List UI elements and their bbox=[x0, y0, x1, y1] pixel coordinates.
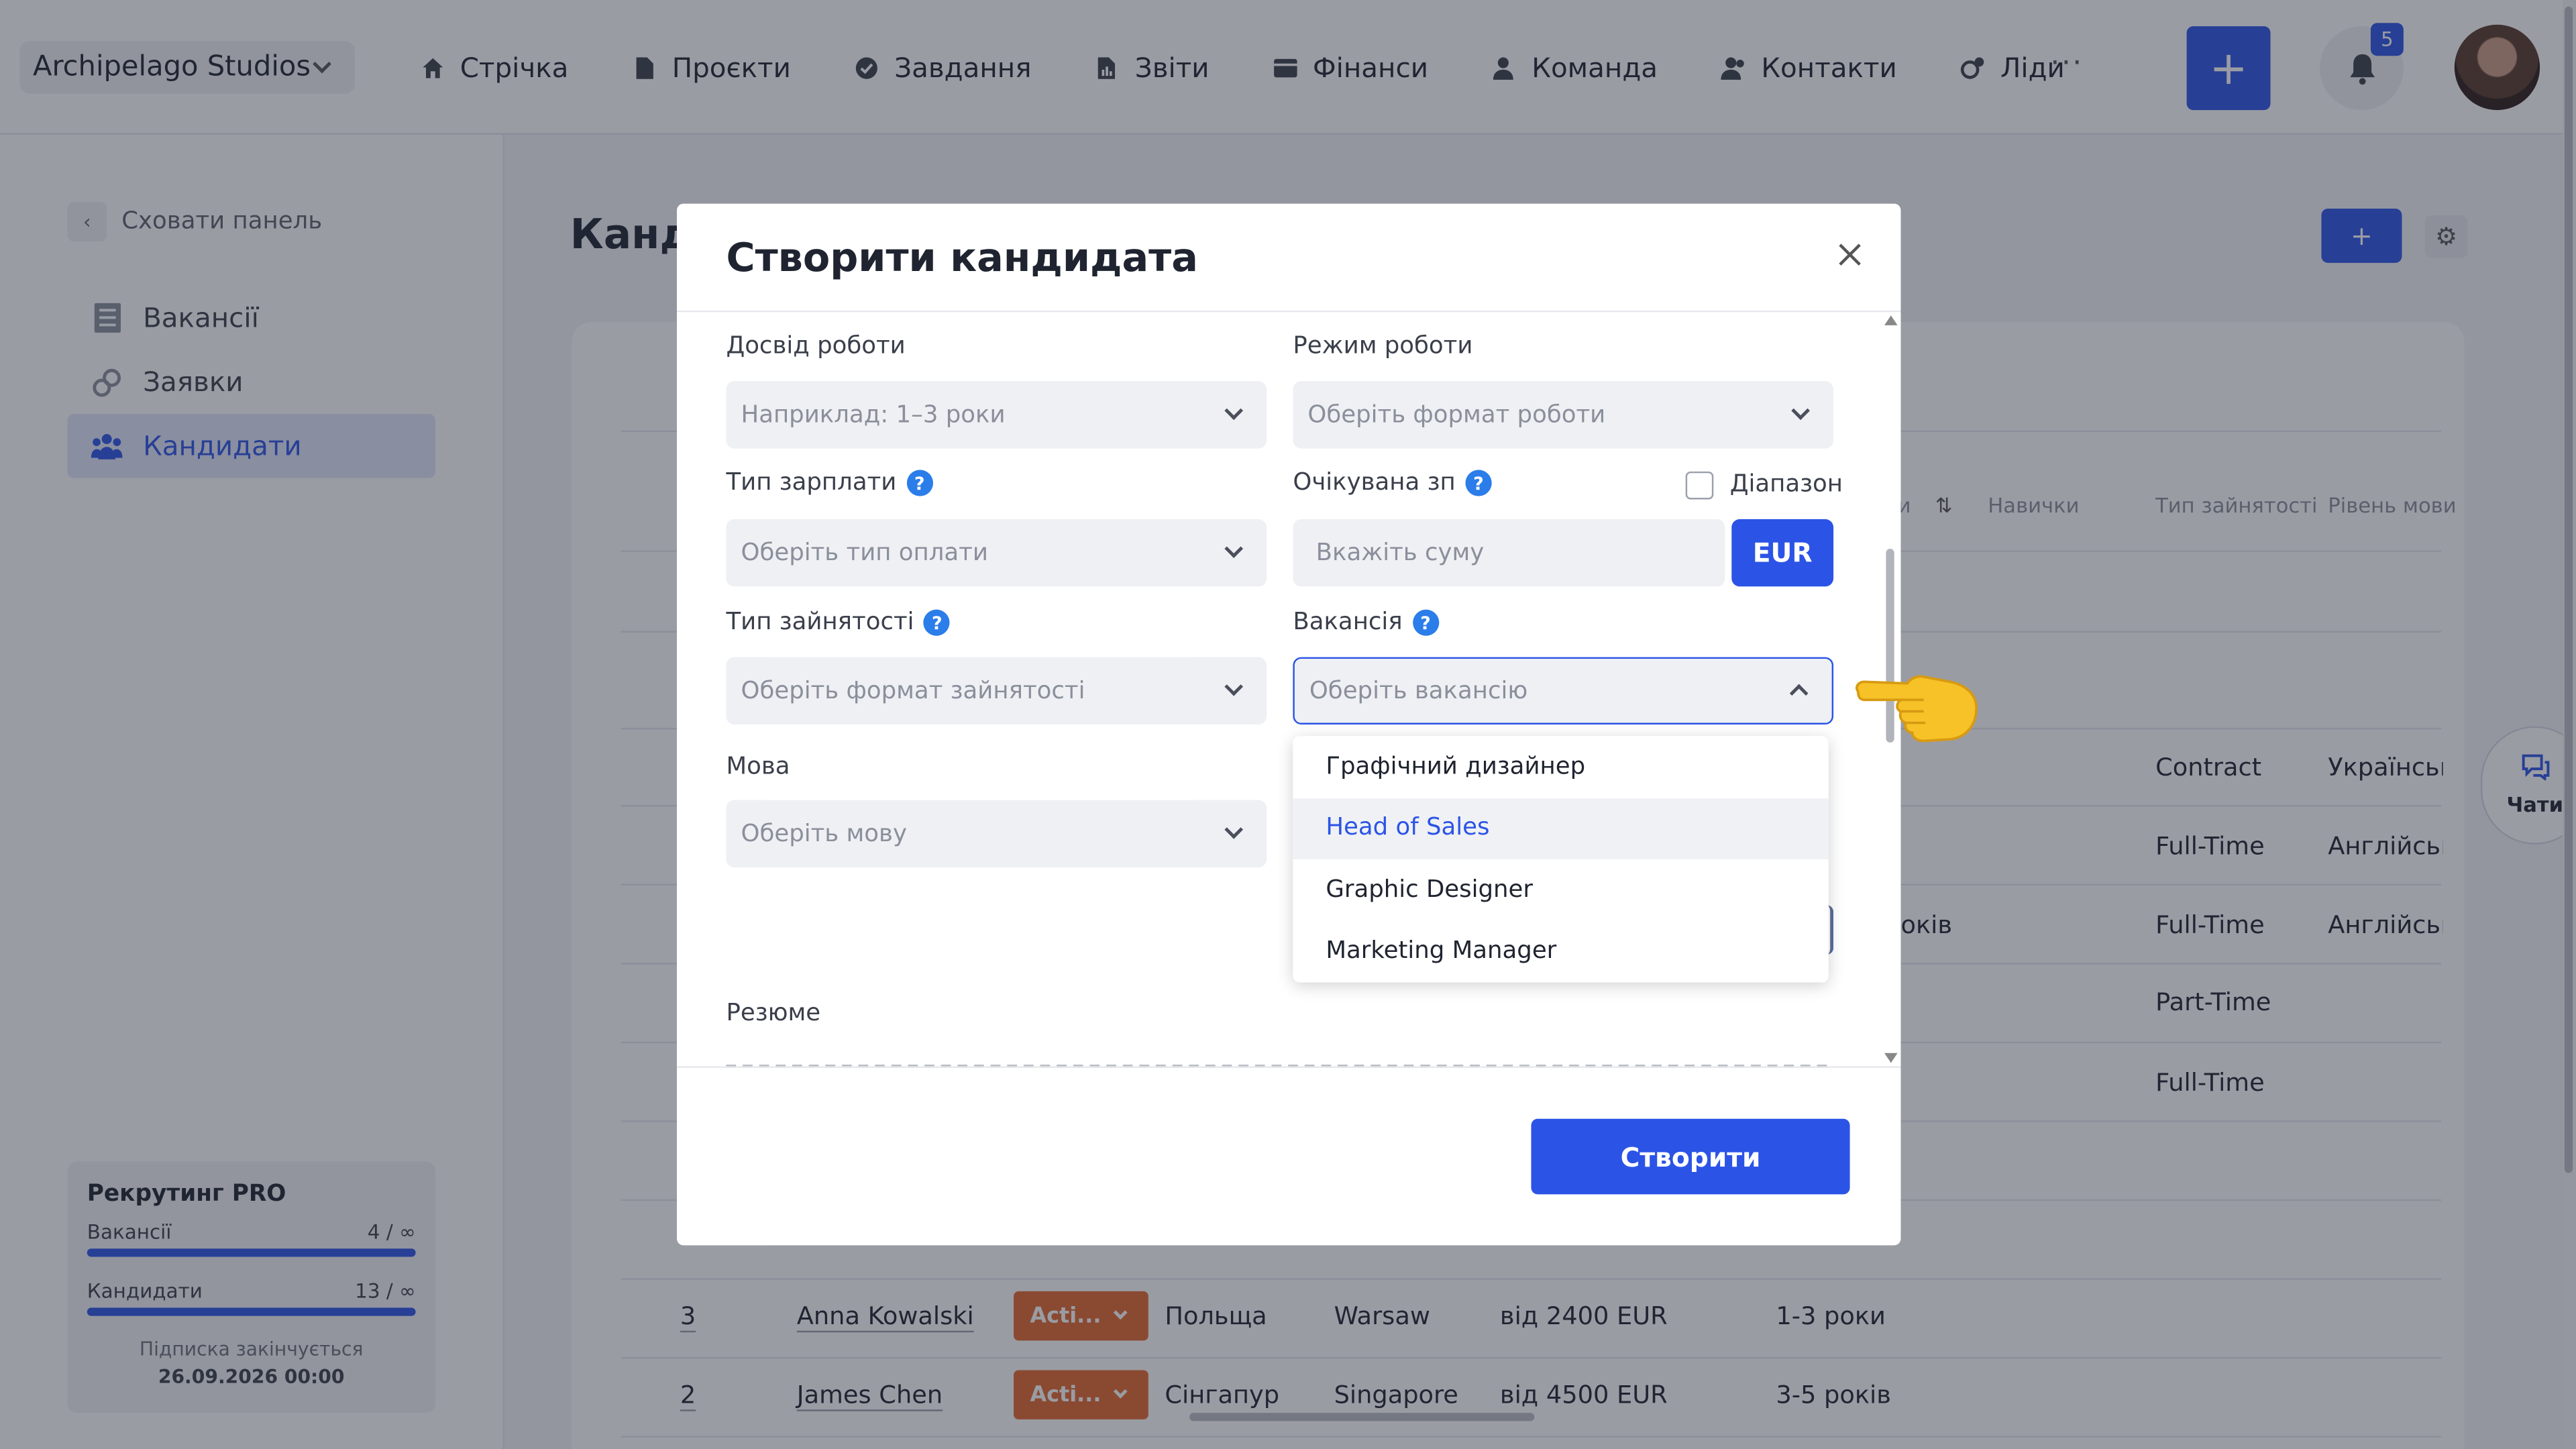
language-placeholder: Оберіть мову bbox=[741, 820, 907, 847]
vacancy-option[interactable]: Graphic Designer bbox=[1293, 859, 1828, 921]
modal-title: Створити кандидата bbox=[726, 235, 1198, 281]
chevron-down-icon bbox=[1224, 677, 1244, 696]
chevron-down-icon bbox=[1224, 539, 1244, 558]
modal-footer-divider bbox=[676, 1066, 1901, 1068]
help-icon[interactable]: ? bbox=[924, 609, 951, 636]
work-mode-label-text: Режим роботи bbox=[1293, 333, 1473, 360]
pointing-hand-icon bbox=[1856, 675, 1978, 743]
vacancy-label-text: Вакансія bbox=[1293, 609, 1403, 636]
expected-salary-label: Очікувана зп ? bbox=[1293, 470, 1492, 496]
create-candidate-modal: Створити кандидата Досвід роботи Наприкл… bbox=[676, 203, 1901, 1246]
employment-type-label-text: Тип зайнятості bbox=[726, 609, 914, 636]
chevron-down-icon bbox=[1224, 401, 1244, 421]
employment-type-label: Тип зайнятості ? bbox=[726, 609, 951, 636]
help-icon[interactable]: ? bbox=[906, 470, 933, 496]
work-mode-select[interactable]: Оберіть формат роботи bbox=[1293, 381, 1834, 449]
experience-label-text: Досвід роботи bbox=[726, 333, 906, 360]
salary-type-label: Тип зарплати ? bbox=[726, 470, 933, 496]
experience-placeholder: Наприклад: 1–3 роки bbox=[741, 401, 1006, 428]
language-label-text: Мова bbox=[726, 754, 790, 781]
expected-salary-placeholder: Вкажіть суму bbox=[1316, 539, 1485, 566]
vacancy-option[interactable]: Графічний дизайнер bbox=[1293, 736, 1828, 798]
help-icon[interactable]: ? bbox=[1465, 470, 1492, 496]
language-select[interactable]: Оберіть мову bbox=[726, 800, 1267, 868]
vacancy-select[interactable]: Оберіть вакансію bbox=[1293, 657, 1834, 725]
vacancy-option[interactable]: Head of Sales bbox=[1293, 797, 1829, 859]
range-label-text: Діапазон bbox=[1729, 471, 1843, 498]
vacancy-dropdown: Графічний дизайнер Head of Sales Graphic… bbox=[1293, 736, 1829, 983]
scroll-down-arrow-icon[interactable] bbox=[1884, 1053, 1898, 1063]
currency-button[interactable]: EUR bbox=[1731, 519, 1834, 587]
chevron-down-icon bbox=[1791, 401, 1810, 421]
experience-select[interactable]: Наприклад: 1–3 роки bbox=[726, 381, 1267, 449]
salary-type-select[interactable]: Оберіть тип оплати bbox=[726, 519, 1267, 587]
expected-salary-label-text: Очікувана зп bbox=[1293, 470, 1456, 496]
work-mode-label: Режим роботи bbox=[1293, 333, 1472, 360]
vacancy-label: Вакансія ? bbox=[1293, 609, 1439, 636]
employment-type-select[interactable]: Оберіть формат зайнятості bbox=[726, 657, 1267, 725]
chevron-down-icon bbox=[1224, 820, 1244, 839]
range-label: Діапазон bbox=[1730, 472, 1843, 498]
language-label: Мова bbox=[726, 754, 790, 780]
vacancy-placeholder: Оберіть вакансію bbox=[1309, 678, 1528, 704]
experience-label: Досвід роботи bbox=[726, 333, 905, 360]
create-button[interactable]: Створити bbox=[1531, 1118, 1850, 1195]
expected-salary-input[interactable]: Вкажіть суму bbox=[1293, 519, 1725, 587]
modal-divider bbox=[676, 310, 1901, 313]
work-mode-placeholder: Оберіть формат роботи bbox=[1307, 401, 1606, 428]
help-icon[interactable]: ? bbox=[1412, 609, 1439, 636]
app-root: Archipelago Studios Стрічка Проєкти Завд… bbox=[0, 0, 2576, 1449]
close-icon[interactable] bbox=[1832, 237, 1868, 273]
resume-label-text: Резюме bbox=[726, 1000, 821, 1027]
salary-type-placeholder: Оберіть тип оплати bbox=[741, 539, 988, 566]
chevron-up-icon bbox=[1789, 684, 1809, 703]
resume-label: Резюме bbox=[726, 1000, 820, 1026]
vacancy-option[interactable]: Marketing Manager bbox=[1293, 921, 1828, 983]
employment-type-placeholder: Оберіть формат зайнятості bbox=[741, 678, 1085, 704]
range-checkbox[interactable] bbox=[1685, 471, 1714, 500]
salary-type-label-text: Тип зарплати bbox=[726, 470, 897, 496]
scroll-up-arrow-icon[interactable] bbox=[1884, 315, 1898, 325]
